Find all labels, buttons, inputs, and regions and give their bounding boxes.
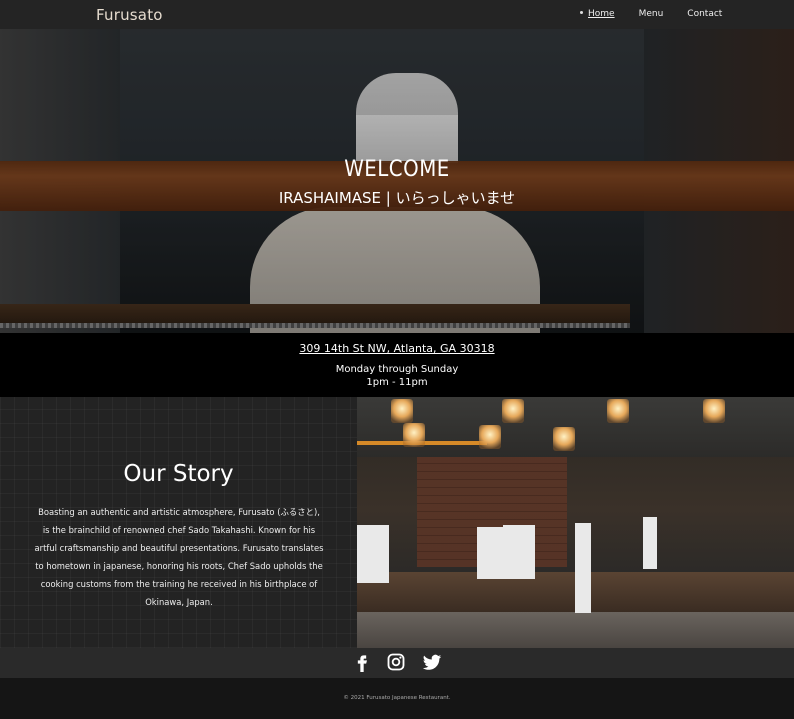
nav-link-home[interactable]: Home <box>580 9 615 19</box>
active-bullet-icon <box>580 11 583 14</box>
pendant-lamp <box>479 425 501 449</box>
pendant-lamp <box>553 427 575 451</box>
opening-hours: 1pm - 11pm <box>366 377 428 388</box>
story-section: Our Story Boasting an authentic and arti… <box>0 397 357 648</box>
pendant-lamp <box>391 399 413 423</box>
opening-days: Monday through Sunday <box>335 364 459 375</box>
social-bar <box>0 648 794 678</box>
pendant-lamp <box>502 399 524 423</box>
info-bar: 309 14th St NW, Atlanta, GA 30318 Monday… <box>0 333 794 397</box>
menu-card <box>643 517 657 569</box>
menu-card <box>357 525 389 583</box>
facebook-icon[interactable] <box>352 652 372 672</box>
nav-link-home-label: Home <box>588 9 615 19</box>
hero-subtitle: IRASHAIMASE | いらっしゃいませ <box>278 189 516 207</box>
restaurant-photo <box>357 397 794 648</box>
address-link[interactable]: 309 14th St NW, Atlanta, GA 30318 <box>0 342 794 355</box>
nav-link-contact[interactable]: Contact <box>687 9 722 19</box>
story-title: Our Story <box>123 461 234 487</box>
story-text: Boasting an authentic and artistic atmos… <box>34 507 324 607</box>
instagram-icon[interactable] <box>386 652 406 672</box>
pendant-lamp <box>403 423 425 447</box>
nav-link-menu[interactable]: Menu <box>639 9 664 19</box>
footer: © 2021 Furusato Japanese Restaurant. <box>0 678 794 719</box>
hero-title: WELCOME <box>344 157 450 182</box>
photo-table-front <box>357 612 794 648</box>
pendant-lamp <box>703 399 725 423</box>
menu-card <box>575 523 591 613</box>
brand-logo[interactable]: Furusato <box>96 6 163 24</box>
pendant-lamp <box>607 399 629 423</box>
menu-card <box>503 525 535 579</box>
hero-banner: WELCOME IRASHAIMASE | いらっしゃいませ <box>0 29 794 333</box>
twitter-icon[interactable] <box>422 652 442 672</box>
copyright-text: © 2021 Furusato Japanese Restaurant. <box>343 695 451 701</box>
navbar: Furusato Home Menu Contact <box>0 0 794 29</box>
nav-links: Home Menu Contact <box>580 9 722 19</box>
